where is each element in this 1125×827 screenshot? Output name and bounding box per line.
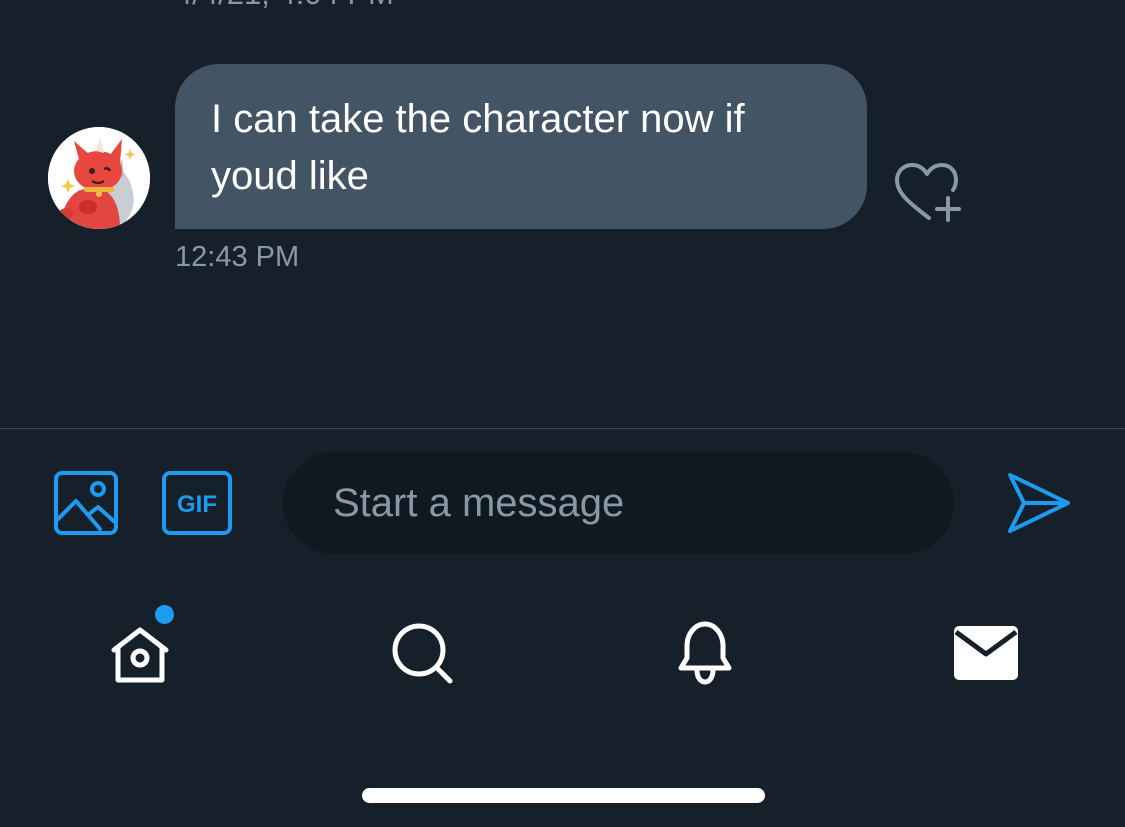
nav-search[interactable]	[386, 618, 458, 690]
previous-message-timestamp: 4/4/21, 4:04 PM	[175, 0, 394, 12]
mail-icon	[954, 626, 1018, 680]
composer-divider	[0, 428, 1125, 429]
send-icon[interactable]	[1006, 470, 1072, 536]
image-icon[interactable]	[54, 471, 118, 535]
notification-dot	[155, 605, 174, 624]
avatar-image	[48, 127, 150, 229]
search-icon	[392, 623, 453, 684]
home-icon	[111, 627, 169, 683]
gif-button[interactable]: GIF	[162, 471, 232, 535]
nav-home[interactable]	[104, 618, 176, 690]
message-bubble[interactable]: I can take the character now if youd lik…	[175, 64, 867, 229]
nav-messages[interactable]	[950, 618, 1022, 690]
message-text: I can take the character now if youd lik…	[211, 97, 745, 198]
gif-label: GIF	[177, 491, 217, 518]
heart-plus-icon[interactable]	[893, 162, 965, 224]
message-timestamp: 12:43 PM	[175, 241, 300, 273]
nav-notifications[interactable]	[669, 618, 741, 690]
sender-avatar[interactable]	[48, 127, 150, 229]
bell-icon	[678, 621, 732, 685]
home-indicator[interactable]	[362, 788, 765, 803]
message-input[interactable]	[283, 452, 954, 554]
